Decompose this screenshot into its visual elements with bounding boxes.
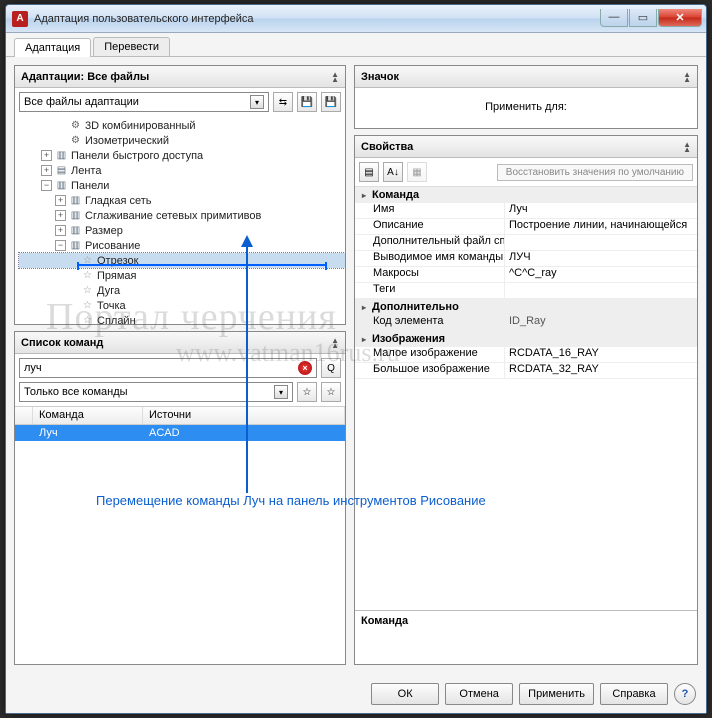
toolbar-icon: ▥ (69, 209, 82, 222)
expand-icon[interactable]: + (41, 150, 52, 161)
prop-category[interactable]: ▸Изображения (355, 331, 697, 347)
star-icon: ☆ (81, 269, 94, 282)
new-command-button[interactable]: ☆ (297, 382, 317, 402)
tree-item[interactable]: ☆Сплайн (19, 313, 345, 324)
minimize-button[interactable]: — (600, 9, 628, 27)
adaptations-header: Адаптации: Все файлы ▲▲ (15, 66, 345, 88)
find-command-button[interactable]: ☆ (321, 382, 341, 402)
filter-combo[interactable]: Только все команды ▾ (19, 382, 293, 402)
collapse-icon[interactable]: ▲▲ (331, 338, 339, 348)
col-command[interactable]: Команда (33, 407, 143, 424)
ribbon-icon: ▤ (55, 164, 68, 177)
close-button[interactable]: ✕ (658, 9, 702, 27)
adapt-files-combo[interactable]: Все файлы адаптации ▾ (19, 92, 269, 112)
gear-icon: ⚙ (69, 119, 82, 132)
customization-tree[interactable]: ⚙3D комбинированный ⚙Изометрический +▥Па… (15, 116, 345, 324)
restore-defaults-button[interactable]: Восстановить значения по умолчанию (497, 164, 693, 181)
star-icon: ☆ (81, 314, 94, 324)
expand-icon[interactable]: + (55, 210, 66, 221)
collapse-icon[interactable]: ▲▲ (683, 72, 691, 82)
command-grid[interactable]: Команда Источни Луч ACAD (15, 406, 345, 664)
search-input[interactable]: × (19, 358, 317, 378)
drop-indicator (77, 264, 327, 266)
cui-dialog: A Адаптация пользовательского интерфейса… (5, 4, 707, 714)
collapse-icon[interactable]: ▲▲ (683, 142, 691, 152)
tab-perevesti[interactable]: Перевести (93, 37, 170, 56)
expand-icon[interactable]: + (55, 225, 66, 236)
cancel-button[interactable]: Отмена (445, 683, 513, 705)
window-title: Адаптация пользовательского интерфейса (34, 13, 600, 25)
apply-button[interactable]: Применить (519, 683, 594, 705)
properties-header: Свойства ▲▲ (355, 136, 697, 158)
toolbar-icon: ▥ (69, 239, 82, 252)
command-list-header: Список команд ▲▲ (15, 332, 345, 354)
annotation-arrow (246, 237, 248, 493)
save-button[interactable]: 💾 (297, 92, 317, 112)
toolbar-icon: ▥ (69, 224, 82, 237)
titlebar[interactable]: A Адаптация пользовательского интерфейса… (6, 5, 706, 33)
search-button[interactable]: Q (321, 358, 341, 378)
panel-icon: ▥ (55, 149, 68, 162)
tree-item[interactable]: ☆Точка (19, 298, 345, 313)
category-sort-button[interactable]: ▤ (359, 162, 379, 182)
icon-panel-header: Значок ▲▲ (355, 66, 697, 88)
tree-item[interactable]: ☆Прямая (19, 268, 345, 283)
chevron-down-icon: ▾ (274, 385, 288, 399)
collapse-icon[interactable]: ▲▲ (331, 72, 339, 82)
help-icon-button[interactable]: ? (674, 683, 696, 705)
expand-icon[interactable]: + (41, 165, 52, 176)
main-tabs: Адаптация Перевести (6, 33, 706, 57)
prop-category[interactable]: ▸Дополнительно (355, 299, 697, 315)
toolbar-icon: ▥ (69, 194, 82, 207)
tree-item[interactable]: ☆Дуга (19, 283, 345, 298)
collapse-icon[interactable]: − (55, 240, 66, 251)
star-icon: ☆ (81, 284, 94, 297)
property-description: Команда (355, 610, 697, 664)
chevron-down-icon: ▾ (250, 95, 264, 109)
toolbars-icon: ▥ (55, 179, 68, 192)
command-row[interactable]: Луч ACAD (15, 425, 345, 441)
app-icon: A (12, 11, 28, 27)
property-grid[interactable]: ▸Команда ИмяЛуч ОписаниеПостроение линии… (355, 187, 697, 610)
col-source[interactable]: Источни (143, 407, 345, 424)
star-icon: ☆ (81, 299, 94, 312)
tab-adaptatsiya[interactable]: Адаптация (14, 38, 91, 57)
apply-for-label: Применить для: (485, 101, 567, 113)
save-as-button[interactable]: 💾 (321, 92, 341, 112)
help-button[interactable]: Справка (600, 683, 668, 705)
prop-category[interactable]: ▸Команда (355, 187, 697, 203)
ok-button[interactable]: ОК (371, 683, 439, 705)
clear-search-icon[interactable]: × (298, 361, 312, 375)
collapse-icon[interactable]: − (41, 180, 52, 191)
gear-icon: ⚙ (69, 134, 82, 147)
transfer-button[interactable]: ⇆ (273, 92, 293, 112)
expand-icon[interactable]: + (55, 195, 66, 206)
prop-pages-button[interactable]: ▦ (407, 162, 427, 182)
alpha-sort-button[interactable]: A↓ (383, 162, 403, 182)
maximize-button[interactable]: ▭ (629, 9, 657, 27)
annotation-text: Перемещение команды Луч на панель инстру… (96, 493, 486, 508)
